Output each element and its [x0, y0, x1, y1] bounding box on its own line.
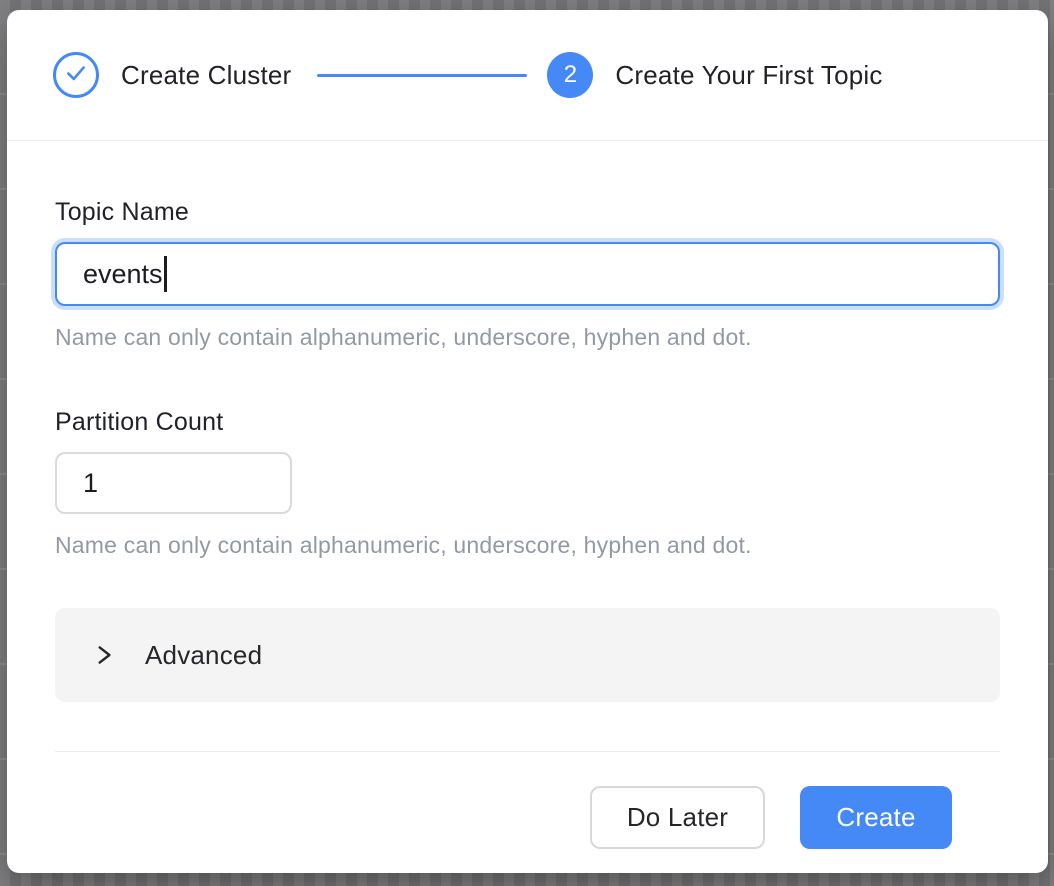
step-create-topic: 2 Create Your First Topic — [547, 52, 882, 98]
partition-count-value: 1 — [83, 468, 98, 499]
step2-number: 2 — [564, 61, 577, 89]
partition-count-label: Partition Count — [55, 408, 1000, 437]
stepper-connector — [317, 74, 527, 77]
step2-label: Create Your First Topic — [615, 60, 882, 91]
step1-circle — [53, 52, 99, 98]
topic-name-helper: Name can only contain alphanumeric, unde… — [55, 324, 1000, 351]
partition-count-helper: Name can only contain alphanumeric, unde… — [55, 532, 1000, 559]
chevron-right-icon — [91, 641, 117, 669]
stepper-header: Create Cluster 2 Create Your First Topic — [7, 10, 1048, 141]
advanced-toggle[interactable]: Advanced — [55, 608, 1000, 702]
topic-name-input[interactable]: events — [55, 242, 1000, 306]
check-icon — [63, 60, 89, 91]
step-create-cluster: Create Cluster — [53, 52, 291, 98]
partition-count-input[interactable]: 1 — [55, 452, 292, 514]
modal-body: Topic Name events Name can only contain … — [7, 141, 1048, 849]
step1-label: Create Cluster — [121, 60, 291, 91]
do-later-button[interactable]: Do Later — [590, 786, 765, 849]
step2-circle: 2 — [547, 52, 593, 98]
advanced-label: Advanced — [145, 640, 262, 671]
text-caret — [164, 256, 167, 292]
stepper: Create Cluster 2 Create Your First Topic — [53, 52, 1002, 98]
topic-name-value: events — [83, 259, 163, 290]
create-topic-modal: Create Cluster 2 Create Your First Topic… — [7, 10, 1048, 873]
create-button[interactable]: Create — [800, 786, 952, 849]
topic-name-label: Topic Name — [55, 198, 1000, 227]
modal-footer: Do Later Create — [55, 752, 1000, 849]
